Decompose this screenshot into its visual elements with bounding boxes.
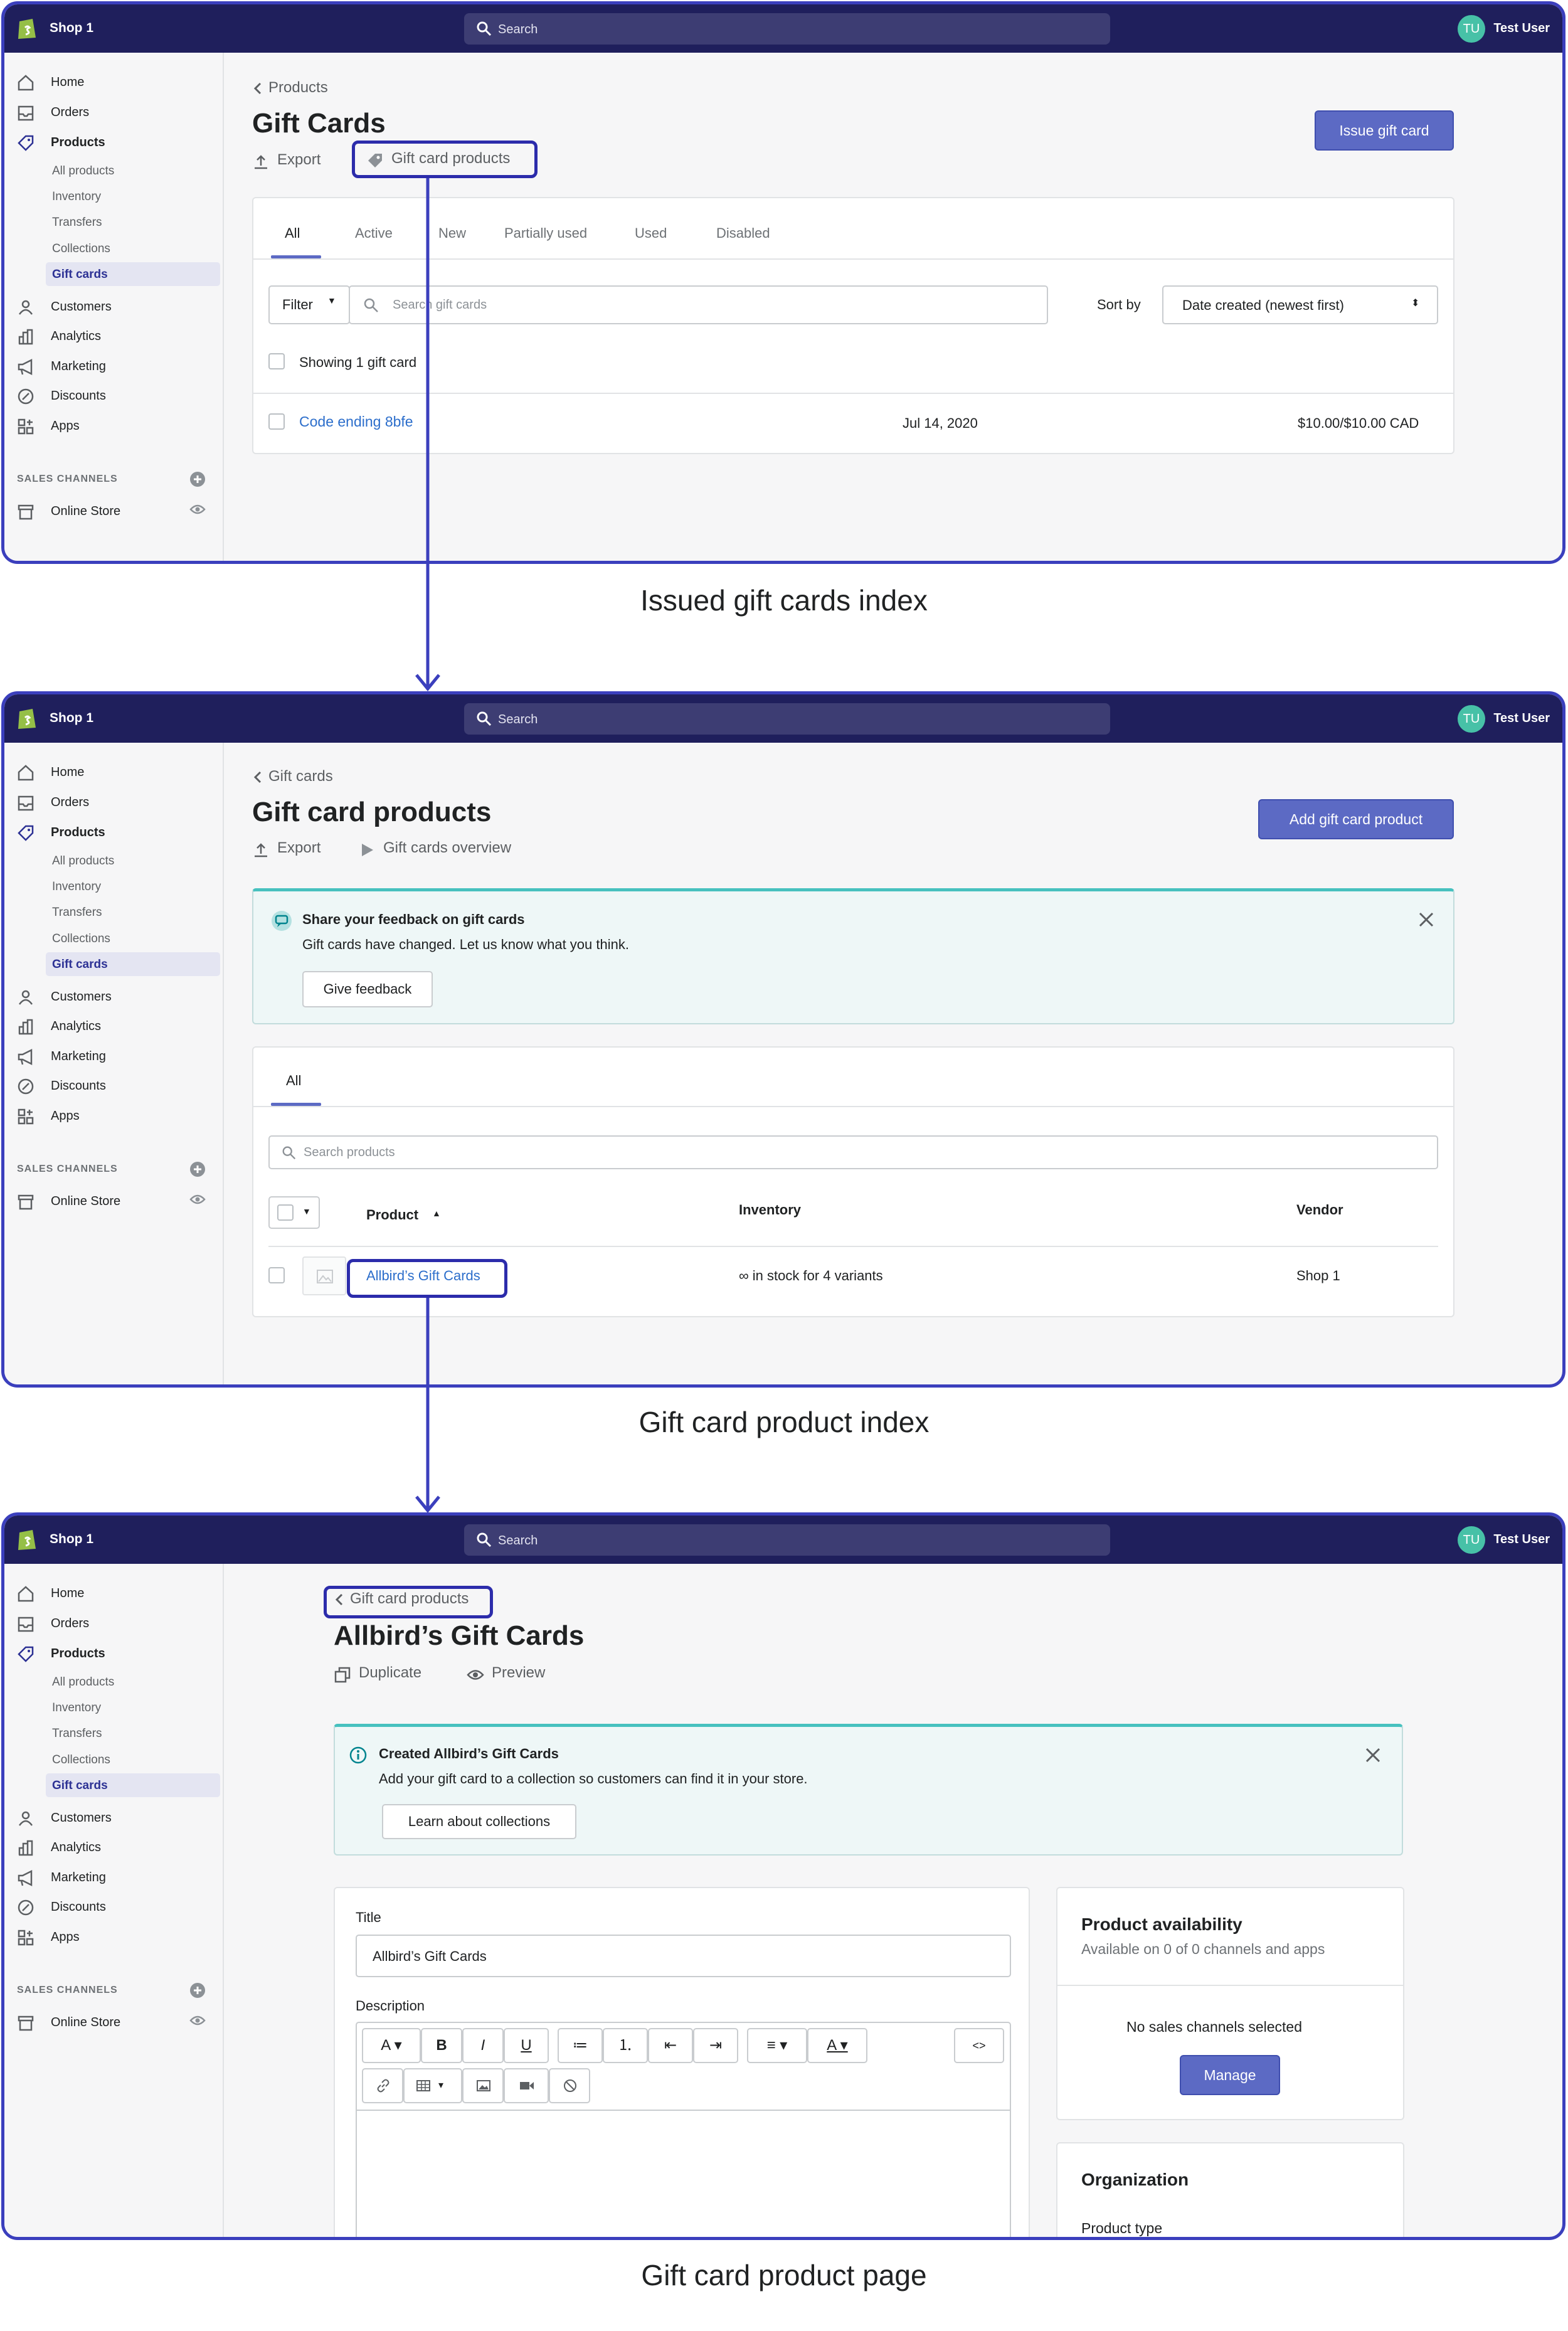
flow-connectors — [415, 178, 440, 1513]
